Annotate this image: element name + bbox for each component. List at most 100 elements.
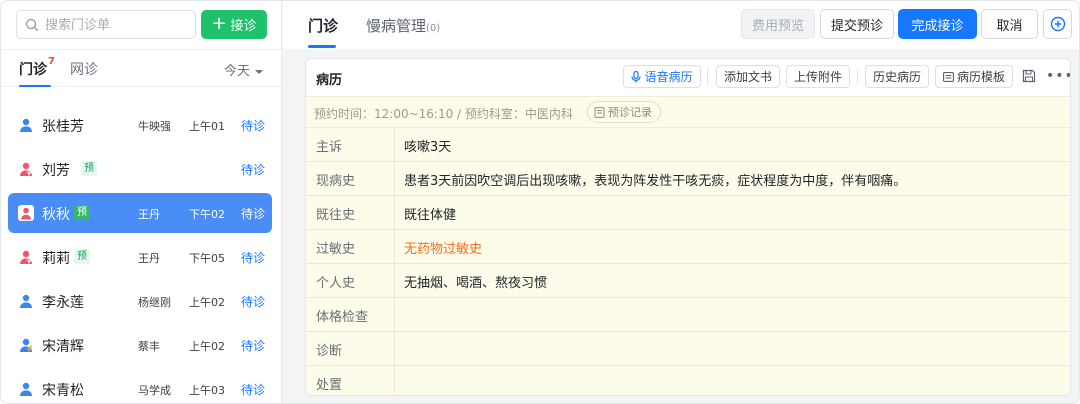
patient-name: 莉莉 (42, 251, 70, 267)
field-personal-history: 个人史 无抽烟、喝酒、熬夜习惯 (306, 264, 1070, 298)
date-filter-dropdown[interactable]: 今天 (224, 60, 264, 79)
female-patient-icon (20, 162, 33, 176)
appointment-tag: 预 (74, 249, 90, 264)
record-title: 病历 (316, 73, 343, 88)
field-value-input[interactable]: 患者3天前因吹空调后出现咳嗽，表现为阵发性干咳无痰，症状程度为中度，伴有咽痛。 (404, 170, 906, 189)
patient-status: 待诊 (241, 295, 266, 309)
patient-doctor: 王丹 (138, 208, 160, 221)
patient-doctor: 蔡丰 (138, 340, 160, 353)
patient-status: 待诊 (241, 339, 266, 353)
add-more-button[interactable] (1043, 9, 1072, 39)
patient-time: 上午01 (189, 120, 225, 133)
plus-icon: + (211, 12, 227, 34)
patient-status: 待诊 (241, 163, 266, 177)
patient-doctor: 王丹 (138, 252, 160, 265)
tab-chronic-count: (0) (426, 23, 441, 34)
cancel-button[interactable]: 取消 (981, 9, 1038, 39)
save-icon[interactable] (1022, 69, 1036, 83)
search-icon (25, 18, 39, 32)
chevron-down-icon (255, 69, 264, 74)
patient-status: 待诊 (241, 119, 266, 133)
tab-chronic-management[interactable]: 慢病管理(0) (366, 15, 440, 36)
field-label: 处置 (306, 366, 395, 395)
record-template-button[interactable]: 病历模板 (935, 65, 1013, 88)
patient-row-selected[interactable]: 秋秋 预 王丹 下午02 待诊 (8, 193, 272, 233)
field-physical-exam: 体格检查 (306, 298, 1070, 332)
prediagnosis-record-button[interactable]: 预诊记录 (587, 101, 661, 123)
cancel-label: 取消 (996, 18, 1023, 34)
male-patient-icon (20, 118, 32, 132)
search-box[interactable] (16, 10, 196, 39)
patient-time: 上午02 (189, 296, 225, 309)
patient-name: 刘芳 (42, 163, 70, 179)
field-label: 既往史 (306, 196, 395, 229)
field-value-input[interactable]: 无药物过敏史 (404, 238, 482, 257)
circle-plus-icon (1050, 16, 1065, 32)
tab-outpatient[interactable]: 门诊7 (19, 56, 55, 79)
appointment-tag: 预 (81, 161, 97, 176)
more-options-icon[interactable]: ••• (1046, 68, 1070, 84)
medical-record-panel: 病历 语音病历 添加文书 上传附件 历史病历 病历模板 •• 预约时间：12:0… (305, 58, 1071, 396)
patient-row[interactable]: 宋青松 马学成 上午03 待诊 (8, 369, 272, 403)
submit-prediagnosis-button[interactable]: 提交预诊 (820, 9, 894, 39)
complete-consultation-button[interactable]: 完成接诊 (898, 9, 977, 39)
outpatient-count-badge: 7 (48, 56, 55, 67)
patient-doctor: 马学成 (138, 384, 171, 397)
patient-status: 待诊 (241, 383, 266, 397)
document-icon (594, 106, 605, 118)
male-patient-icon (20, 382, 32, 396)
history-record-button[interactable]: 历史病历 (865, 65, 929, 88)
female-patient-icon (20, 250, 33, 264)
patient-row[interactable]: 张桂芳 牛映强 上午01 待诊 (8, 105, 272, 145)
field-label: 主诉 (306, 128, 395, 161)
patient-icon (20, 338, 33, 353)
patient-name: 宋清辉 (42, 339, 84, 355)
patient-time: 下午05 (189, 252, 225, 265)
patient-name: 宋青松 (42, 383, 84, 399)
patient-row[interactable]: 李永莲 杨继刚 上午02 待诊 (8, 281, 272, 321)
add-document-label: 添加文书 (723, 70, 772, 84)
add-visit-button[interactable]: + 接诊 (201, 10, 267, 39)
tab-outpatient-main-label: 门诊 (308, 17, 339, 35)
complete-consultation-label: 完成接诊 (911, 18, 964, 34)
prediagnosis-record-label: 预诊记录 (608, 106, 652, 119)
tab-outpatient-label: 门诊 (19, 62, 47, 78)
tab-online[interactable]: 网诊 (70, 59, 98, 79)
upload-attachment-button[interactable]: 上传附件 (786, 65, 850, 88)
field-value-input[interactable]: 咳嗽3天 (404, 136, 451, 155)
appointment-info-text: 预约时间：12:00~16:10 / 预约科室：中医内科 (314, 107, 573, 121)
field-label: 过敏史 (306, 230, 395, 263)
field-diagnosis: 诊断 (306, 332, 1070, 366)
add-document-button[interactable]: 添加文书 (716, 65, 780, 88)
history-record-label: 历史病历 (872, 70, 921, 84)
upload-attachment-label: 上传附件 (793, 70, 842, 84)
field-value-input[interactable]: 无抽烟、喝酒、熬夜习惯 (404, 272, 547, 291)
patient-row[interactable]: 莉莉 预 王丹 下午05 待诊 (8, 237, 272, 277)
patient-row[interactable]: 宋清辉 蔡丰 上午02 待诊 (8, 325, 272, 365)
patient-queue-panel: + 接诊 门诊7 网诊 今天 张桂芳 牛映强 上午01 (1, 1, 282, 403)
fee-preview-button[interactable]: 费用预览 (741, 9, 815, 39)
voice-record-label: 语音病历 (644, 70, 693, 84)
appointment-info-bar: 预约时间：12:00~16:10 / 预约科室：中医内科 预诊记录 (306, 96, 1070, 128)
add-visit-label: 接诊 (230, 19, 257, 34)
search-input[interactable] (45, 15, 191, 35)
patient-name: 张桂芳 (42, 119, 84, 135)
field-present-illness: 现病史 患者3天前因吹空调后出现咳嗽，表现为阵发性干咳无痰，症状程度为中度，伴有… (306, 162, 1070, 196)
field-treatment: 处置 (306, 366, 1070, 395)
patient-time: 上午02 (189, 340, 225, 353)
toolbar-divider (857, 69, 858, 84)
patient-doctor: 牛映强 (138, 120, 171, 133)
field-label: 体格检查 (306, 298, 395, 331)
field-label: 现病史 (306, 162, 395, 195)
field-value-input[interactable]: 既往体健 (404, 204, 456, 223)
patient-time: 下午02 (189, 208, 225, 221)
patient-row[interactable]: 刘芳 预 待诊 (8, 149, 272, 189)
voice-record-button[interactable]: 语音病历 (623, 65, 701, 88)
template-icon (943, 71, 954, 82)
active-tab-indicator (19, 85, 51, 87)
active-tab-indicator (308, 45, 336, 48)
field-chief-complaint: 主诉 咳嗽3天 (306, 128, 1070, 162)
submit-prediagnosis-label: 提交预诊 (830, 18, 883, 34)
patient-time: 上午03 (189, 384, 225, 397)
tab-outpatient-main[interactable]: 门诊 (308, 15, 338, 36)
